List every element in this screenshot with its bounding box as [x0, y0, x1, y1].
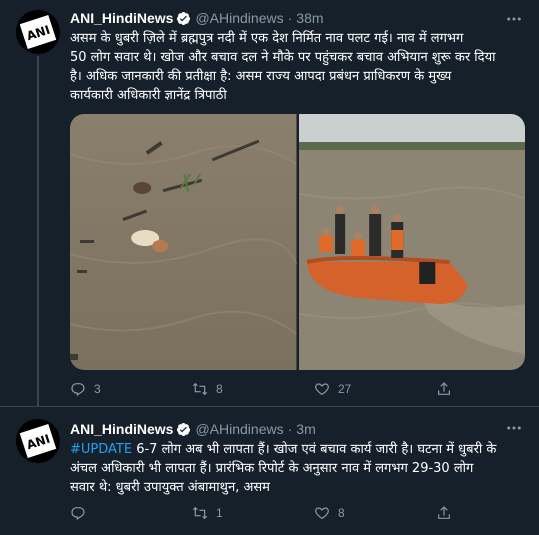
tweet-text: असम के धुबरी ज़िले में ब्रह्मपुत्र नदी म…	[70, 29, 530, 105]
reply-icon	[71, 383, 85, 397]
tweet-text-line: सवार थे: धुबरी उपायुक्त अंबामाथुन, असम	[70, 480, 270, 495]
tweet[interactable]: ANI ANI_HindiNews @AHindinews · 38m असम …	[0, 0, 539, 406]
reply-button[interactable]	[70, 505, 192, 521]
timestamp[interactable]: 3m	[296, 421, 315, 437]
retweet-button[interactable]: 1	[192, 505, 314, 521]
tweet-header: ANI_HindiNews @AHindinews · 3m	[70, 419, 316, 439]
ani-logo: ANI	[16, 419, 60, 463]
more-icon[interactable]	[503, 8, 525, 30]
verified-badge-icon	[177, 11, 191, 25]
display-name[interactable]: ANI_HindiNews	[70, 421, 173, 437]
separator-dot: ·	[287, 421, 293, 437]
share-icon	[438, 506, 450, 519]
retweet-icon	[192, 382, 208, 396]
heart-icon	[315, 507, 329, 520]
ani-logo: ANI	[16, 10, 60, 54]
tweet-text-line: अंचल अधिकारी भी लापता हैं। प्रारंभिक रिप…	[70, 461, 474, 476]
tweet-actions: 3 8 27	[70, 381, 539, 397]
tweet-text-line: 50 लोग सवार थे। खोज और बचाव दल ने मौके प…	[70, 50, 496, 65]
thread-connector	[37, 56, 39, 406]
like-button[interactable]: 27	[314, 381, 436, 397]
tweet-text-line: #UPDATE 6-7 लोग अब भी लापता हैं। खोज एवं…	[70, 440, 530, 459]
tweet-text-segment: 6-7 लोग अब भी लापता हैं। खोज एवं बचाव का…	[132, 442, 497, 457]
tweet[interactable]: ANI ANI_HindiNews @AHindinews · 3m #UPDA…	[0, 407, 539, 535]
tweet-header: ANI_HindiNews @AHindinews · 38m	[70, 8, 324, 28]
media-grid[interactable]	[70, 114, 525, 370]
tweet-text-line: असम के धुबरी ज़िले में ब्रह्मपुत्र नदी म…	[70, 31, 464, 46]
reply-icon	[71, 507, 85, 521]
hashtag-link[interactable]: #UPDATE	[70, 442, 132, 457]
retweet-button[interactable]: 8	[192, 381, 314, 397]
share-button[interactable]	[436, 505, 539, 521]
photo-river-debris[interactable]	[70, 114, 297, 370]
avatar[interactable]: ANI	[16, 10, 60, 54]
tweet-text-line: कार्यकारी अधिकारी ज्ञानेंद्र त्रिपाठी	[70, 88, 227, 103]
retweet-count: 8	[216, 382, 223, 396]
photo-rescue-boat[interactable]	[298, 114, 525, 370]
reply-button[interactable]: 3	[70, 381, 192, 397]
handle[interactable]: @AHindinews	[195, 10, 283, 26]
reply-count: 3	[94, 382, 101, 396]
share-button[interactable]	[436, 381, 539, 397]
timestamp[interactable]: 38m	[296, 10, 323, 26]
separator-dot: ·	[287, 10, 293, 26]
like-count: 27	[338, 382, 352, 396]
avatar[interactable]: ANI	[16, 419, 60, 463]
display-name[interactable]: ANI_HindiNews	[70, 10, 173, 26]
verified-badge-icon	[177, 422, 191, 436]
like-button[interactable]: 8	[314, 505, 436, 521]
tweet-text-line: है। अधिक जानकारी की प्रतीक्षा है: असम रा…	[70, 69, 452, 84]
tweet-actions: 1 8	[70, 505, 539, 521]
share-icon	[438, 382, 450, 395]
retweet-icon	[192, 506, 208, 520]
retweet-count: 1	[216, 506, 223, 520]
like-count: 8	[338, 506, 345, 520]
heart-icon	[315, 383, 329, 396]
handle[interactable]: @AHindinews	[195, 421, 283, 437]
more-icon[interactable]	[503, 417, 525, 439]
tweet-text: #UPDATE 6-7 लोग अब भी लापता हैं। खोज एवं…	[70, 440, 530, 497]
